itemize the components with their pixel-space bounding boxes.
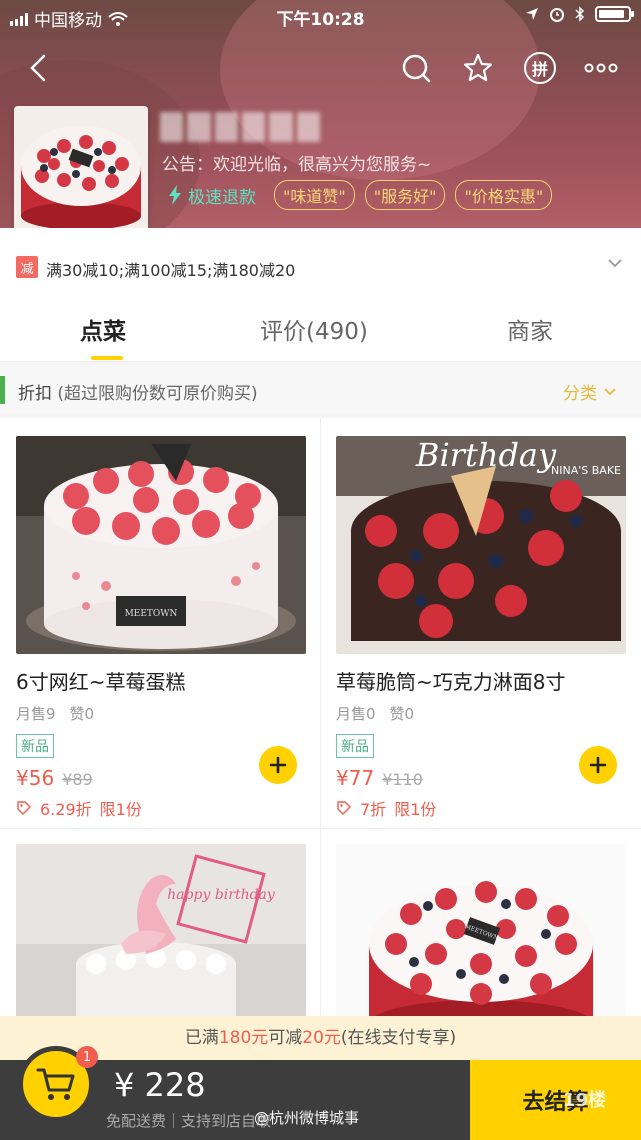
product-grid: MEETOWN 6寸网红~草莓蛋糕 月售9 赞0 新品 ¥56 ¥89 6.29折… <box>0 418 641 1098</box>
nav-bar: 拼 <box>0 40 641 94</box>
group-buy-icon[interactable]: 拼 <box>520 48 560 88</box>
tag-icon <box>17 801 31 815</box>
fast-refund: 极速退款 <box>168 183 256 208</box>
tag-service[interactable]: "服务好" <box>364 180 446 210</box>
tab-active-indicator <box>91 356 123 360</box>
new-badge: 新品 <box>336 734 374 758</box>
tag-taste[interactable]: "味道赞" <box>274 180 355 210</box>
store-name-blurred <box>160 112 320 142</box>
product-title: 6寸网红~草莓蛋糕 <box>16 670 186 694</box>
store-logo[interactable] <box>14 106 148 236</box>
cart-bar: 1 ¥ 228 免配送费｜支持到店自取 去结算 <box>0 1046 641 1140</box>
status-bar: 中国移动 下午10:28 <box>0 0 641 34</box>
product-old-price: ¥110 <box>382 770 423 789</box>
cart-total: ¥ 228 <box>114 1066 206 1104</box>
product-old-price: ¥89 <box>62 770 93 789</box>
product-image-script: Birthday <box>415 436 557 474</box>
product-price: ¥56 <box>16 766 55 790</box>
promo-text: 满30减10;满100减15;满180减20 <box>46 261 296 280</box>
tag-price[interactable]: "价格实惠" <box>455 180 553 210</box>
category-accent <box>0 376 5 404</box>
chevron-down-icon[interactable] <box>607 258 623 268</box>
product-image-label: MEETOWN <box>125 609 178 619</box>
plus-icon <box>269 756 287 774</box>
add-to-cart-button[interactable] <box>579 746 617 784</box>
plus-icon <box>589 756 607 774</box>
battery-icon <box>595 6 634 22</box>
delivery-info: 免配送费｜支持到店自取 <box>106 1112 272 1130</box>
search-icon[interactable] <box>396 48 436 88</box>
category-sort-button[interactable]: 分类 <box>563 379 617 404</box>
product-stats: 月售0 赞0 <box>336 705 415 723</box>
checkout-button[interactable]: 去结算 <box>470 1060 641 1140</box>
product-price: ¥77 <box>336 766 375 790</box>
back-icon[interactable] <box>18 48 58 88</box>
tag-icon <box>337 801 351 815</box>
favorite-star-icon[interactable] <box>458 48 498 88</box>
lightning-icon <box>169 185 181 205</box>
bluetooth-icon <box>575 6 585 22</box>
promo-row[interactable]: 减 满30减10;满100减15;满180减20 <box>0 228 641 304</box>
product-image-script: happy birthday <box>167 887 276 903</box>
product-image[interactable]: Birthday NINA'S BAKE <box>336 436 626 654</box>
product-image-label: NINA'S BAKE <box>551 464 621 477</box>
category-title: 折扣 <box>18 384 52 404</box>
discount-badge: 减 <box>16 256 38 278</box>
tab-menu[interactable]: 点菜 <box>80 312 126 346</box>
new-badge: 新品 <box>16 734 54 758</box>
store-notice: 公告：欢迎光临，很高兴为您服务~ <box>162 155 432 175</box>
site-watermark: 19楼 <box>563 1090 607 1111</box>
category-subtitle: (超过限购份数可原价购买) <box>57 384 258 404</box>
product-stats: 月售9 赞0 <box>16 705 95 723</box>
discount-row: 6.29折 限1份 <box>16 796 306 820</box>
product-image[interactable]: MEETOWN <box>16 436 306 654</box>
tab-bar: 点菜 评价(490) 商家 <box>0 304 641 362</box>
weibo-watermark: @杭州微博城事 <box>254 1109 360 1127</box>
cart-count-badge: 1 <box>76 1046 98 1068</box>
tab-merchant[interactable]: 商家 <box>507 312 553 346</box>
category-header: 折扣 (超过限购份数可原价购买) 分类 <box>0 366 641 414</box>
store-tags: 极速退款 "味道赞" "服务好" "价格实惠" <box>168 180 553 210</box>
shopping-cart-icon <box>36 1068 75 1100</box>
tab-reviews[interactable]: 评价(490) <box>260 312 368 346</box>
alarm-icon <box>550 8 564 22</box>
more-icon[interactable] <box>581 48 621 88</box>
add-to-cart-button[interactable] <box>259 746 297 784</box>
chevron-down-icon <box>604 388 616 396</box>
product-title: 草莓脆筒~巧克力淋面8寸 <box>336 670 566 694</box>
location-icon <box>526 8 538 20</box>
discount-row: 7折 限1份 <box>336 796 626 820</box>
